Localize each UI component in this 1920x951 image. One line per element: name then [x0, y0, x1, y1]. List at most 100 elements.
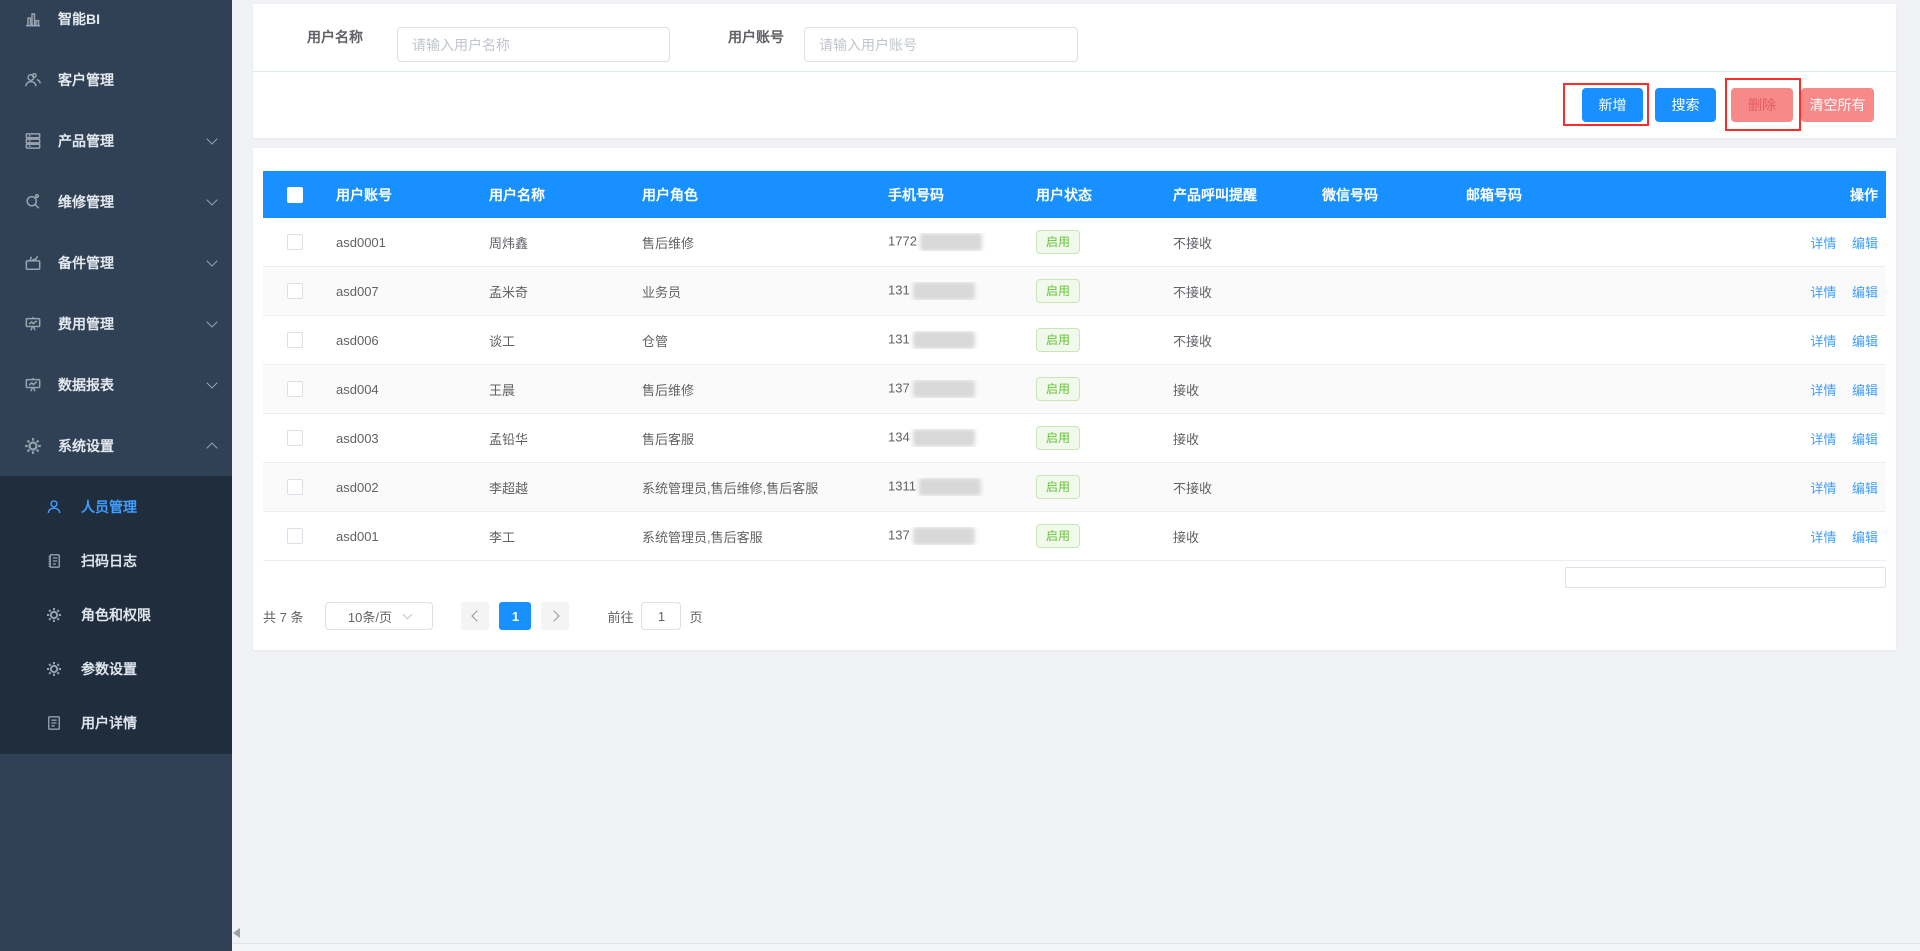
cell-account: asd007: [326, 284, 479, 299]
status-badge: 启用: [1036, 377, 1080, 401]
status-badge: 启用: [1036, 475, 1080, 499]
table-row: asd002 李超越 系统管理员,售后维修,售后客服 1311 启用 不接收 详…: [263, 463, 1886, 512]
goto-suffix: 页: [689, 607, 702, 626]
col-name: 用户名称: [479, 185, 632, 205]
cell-call-notify: 接收: [1163, 527, 1312, 546]
cell-phone: 1311: [878, 478, 1026, 496]
clear-all-button[interactable]: 清空所有: [1801, 88, 1874, 122]
sidebar-item[interactable]: 客户管理: [0, 49, 232, 110]
cell-status: 启用: [1026, 475, 1163, 499]
row-checkbox[interactable]: [287, 381, 303, 397]
add-button[interactable]: 新增: [1582, 88, 1643, 122]
sidebar-item[interactable]: 系统设置: [0, 415, 232, 476]
cell-operations: 详情 编辑: [1778, 331, 1886, 350]
edit-link[interactable]: 编辑: [1852, 432, 1878, 447]
prev-page-button[interactable]: [461, 602, 489, 630]
select-all-checkbox[interactable]: [287, 187, 303, 203]
detail-link[interactable]: 详情: [1810, 530, 1836, 545]
page-number-button[interactable]: 1: [499, 602, 531, 630]
detail-link[interactable]: 详情: [1810, 481, 1836, 496]
edit-link[interactable]: 编辑: [1852, 383, 1878, 398]
edit-link[interactable]: 编辑: [1852, 530, 1878, 545]
document-icon: [45, 714, 63, 732]
row-checkbox[interactable]: [287, 332, 303, 348]
row-checkbox[interactable]: [287, 234, 303, 250]
sidebar-subitem[interactable]: 人员管理: [0, 480, 232, 534]
cell-operations: 详情 编辑: [1778, 527, 1886, 546]
sidebar-item-label: 维修管理: [58, 192, 114, 212]
cell-name: 孟米奇: [479, 282, 632, 301]
detail-link[interactable]: 详情: [1810, 334, 1836, 349]
user-account-input[interactable]: [804, 27, 1078, 62]
sidebar-subitem[interactable]: 扫码日志: [0, 534, 232, 588]
page-size-select[interactable]: 10条/页: [325, 602, 433, 630]
redacted-phone: [913, 282, 975, 300]
sidebar-subitem-label: 扫码日志: [81, 551, 137, 571]
cell-operations: 详情 编辑: [1778, 478, 1886, 497]
next-page-button[interactable]: [541, 602, 569, 630]
horizontal-scrollbar-area: [232, 944, 1920, 951]
sidebar-item[interactable]: 维修管理: [0, 171, 232, 232]
chevron-icon: [206, 377, 217, 388]
edit-link[interactable]: 编辑: [1852, 236, 1878, 251]
goto-label: 前往: [607, 607, 633, 626]
edit-link[interactable]: 编辑: [1852, 334, 1878, 349]
detail-link[interactable]: 详情: [1810, 432, 1836, 447]
table-row: asd004 王晨 售后维修 137 启用 接收 详情 编辑: [263, 365, 1886, 414]
bar-chart-icon: [23, 9, 43, 29]
cell-call-notify: 不接收: [1163, 478, 1312, 497]
sidebar-item[interactable]: 智能BI: [0, 0, 232, 49]
users-icon: [23, 70, 43, 90]
cell-account: asd003: [326, 431, 479, 446]
delete-button[interactable]: 删除: [1731, 88, 1793, 122]
sidebar-item[interactable]: 费用管理: [0, 293, 232, 354]
sidebar-item[interactable]: 数据报表: [0, 354, 232, 415]
journal-icon: [45, 552, 63, 570]
goto-page-input[interactable]: [641, 602, 681, 630]
edit-link[interactable]: 编辑: [1852, 285, 1878, 300]
table-row: asd006 谈工 仓管 131 启用 不接收 详情 编辑: [263, 316, 1886, 365]
sidebar-item-label: 数据报表: [58, 375, 114, 395]
gear-icon: [45, 660, 63, 678]
cell-account: asd004: [326, 382, 479, 397]
cell-phone: 131: [878, 331, 1026, 349]
user-name-input[interactable]: [397, 27, 670, 62]
scroll-left-arrow-icon[interactable]: [233, 928, 240, 938]
sidebar-subitem[interactable]: 参数设置: [0, 642, 232, 696]
row-checkbox[interactable]: [287, 479, 303, 495]
sidebar-subitem-label: 角色和权限: [81, 605, 151, 625]
search-button[interactable]: 搜索: [1655, 88, 1716, 122]
sidebar-item-label: 客户管理: [58, 70, 114, 90]
col-operations: 操作: [1778, 185, 1886, 205]
cell-name: 李超越: [479, 478, 632, 497]
sidebar-menu: 智能BI 客户管理 产品管理 维修管理: [0, 0, 232, 476]
col-role: 用户角色: [632, 185, 878, 205]
sidebar-subitem[interactable]: 用户详情: [0, 696, 232, 750]
redacted-phone: [919, 478, 981, 496]
detail-link[interactable]: 详情: [1810, 383, 1836, 398]
row-checkbox[interactable]: [287, 528, 303, 544]
sidebar-item[interactable]: 产品管理: [0, 110, 232, 171]
sidebar-item[interactable]: 备件管理: [0, 232, 232, 293]
col-email: 邮箱号码: [1456, 185, 1600, 205]
col-call-notify: 产品呼叫提醒: [1163, 185, 1312, 205]
row-checkbox[interactable]: [287, 283, 303, 299]
cell-operations: 详情 编辑: [1778, 429, 1886, 448]
redacted-phone: [913, 380, 975, 398]
sidebar-item-label: 备件管理: [58, 253, 114, 273]
sidebar-item-label: 智能BI: [58, 9, 100, 29]
detail-link[interactable]: 详情: [1810, 236, 1836, 251]
row-checkbox[interactable]: [287, 430, 303, 446]
col-phone: 手机号码: [878, 185, 1026, 205]
detail-link[interactable]: 详情: [1810, 285, 1836, 300]
table-body: asd0001 周炜鑫 售后维修 1772 启用 不接收 详情 编辑: [263, 218, 1886, 561]
table-row: asd0001 周炜鑫 售后维修 1772 启用 不接收 详情 编辑: [263, 218, 1886, 267]
board-icon: [23, 375, 43, 395]
edit-link[interactable]: 编辑: [1852, 481, 1878, 496]
sidebar-item-label: 系统设置: [58, 436, 114, 456]
cell-name: 王晨: [479, 380, 632, 399]
cell-role: 系统管理员,售后维修,售后客服: [632, 478, 878, 497]
status-badge: 启用: [1036, 230, 1080, 254]
sidebar-subitem[interactable]: 角色和权限: [0, 588, 232, 642]
filter-panel: 用户名称 用户账号 新增 搜索 删除 清空所有: [253, 4, 1896, 138]
